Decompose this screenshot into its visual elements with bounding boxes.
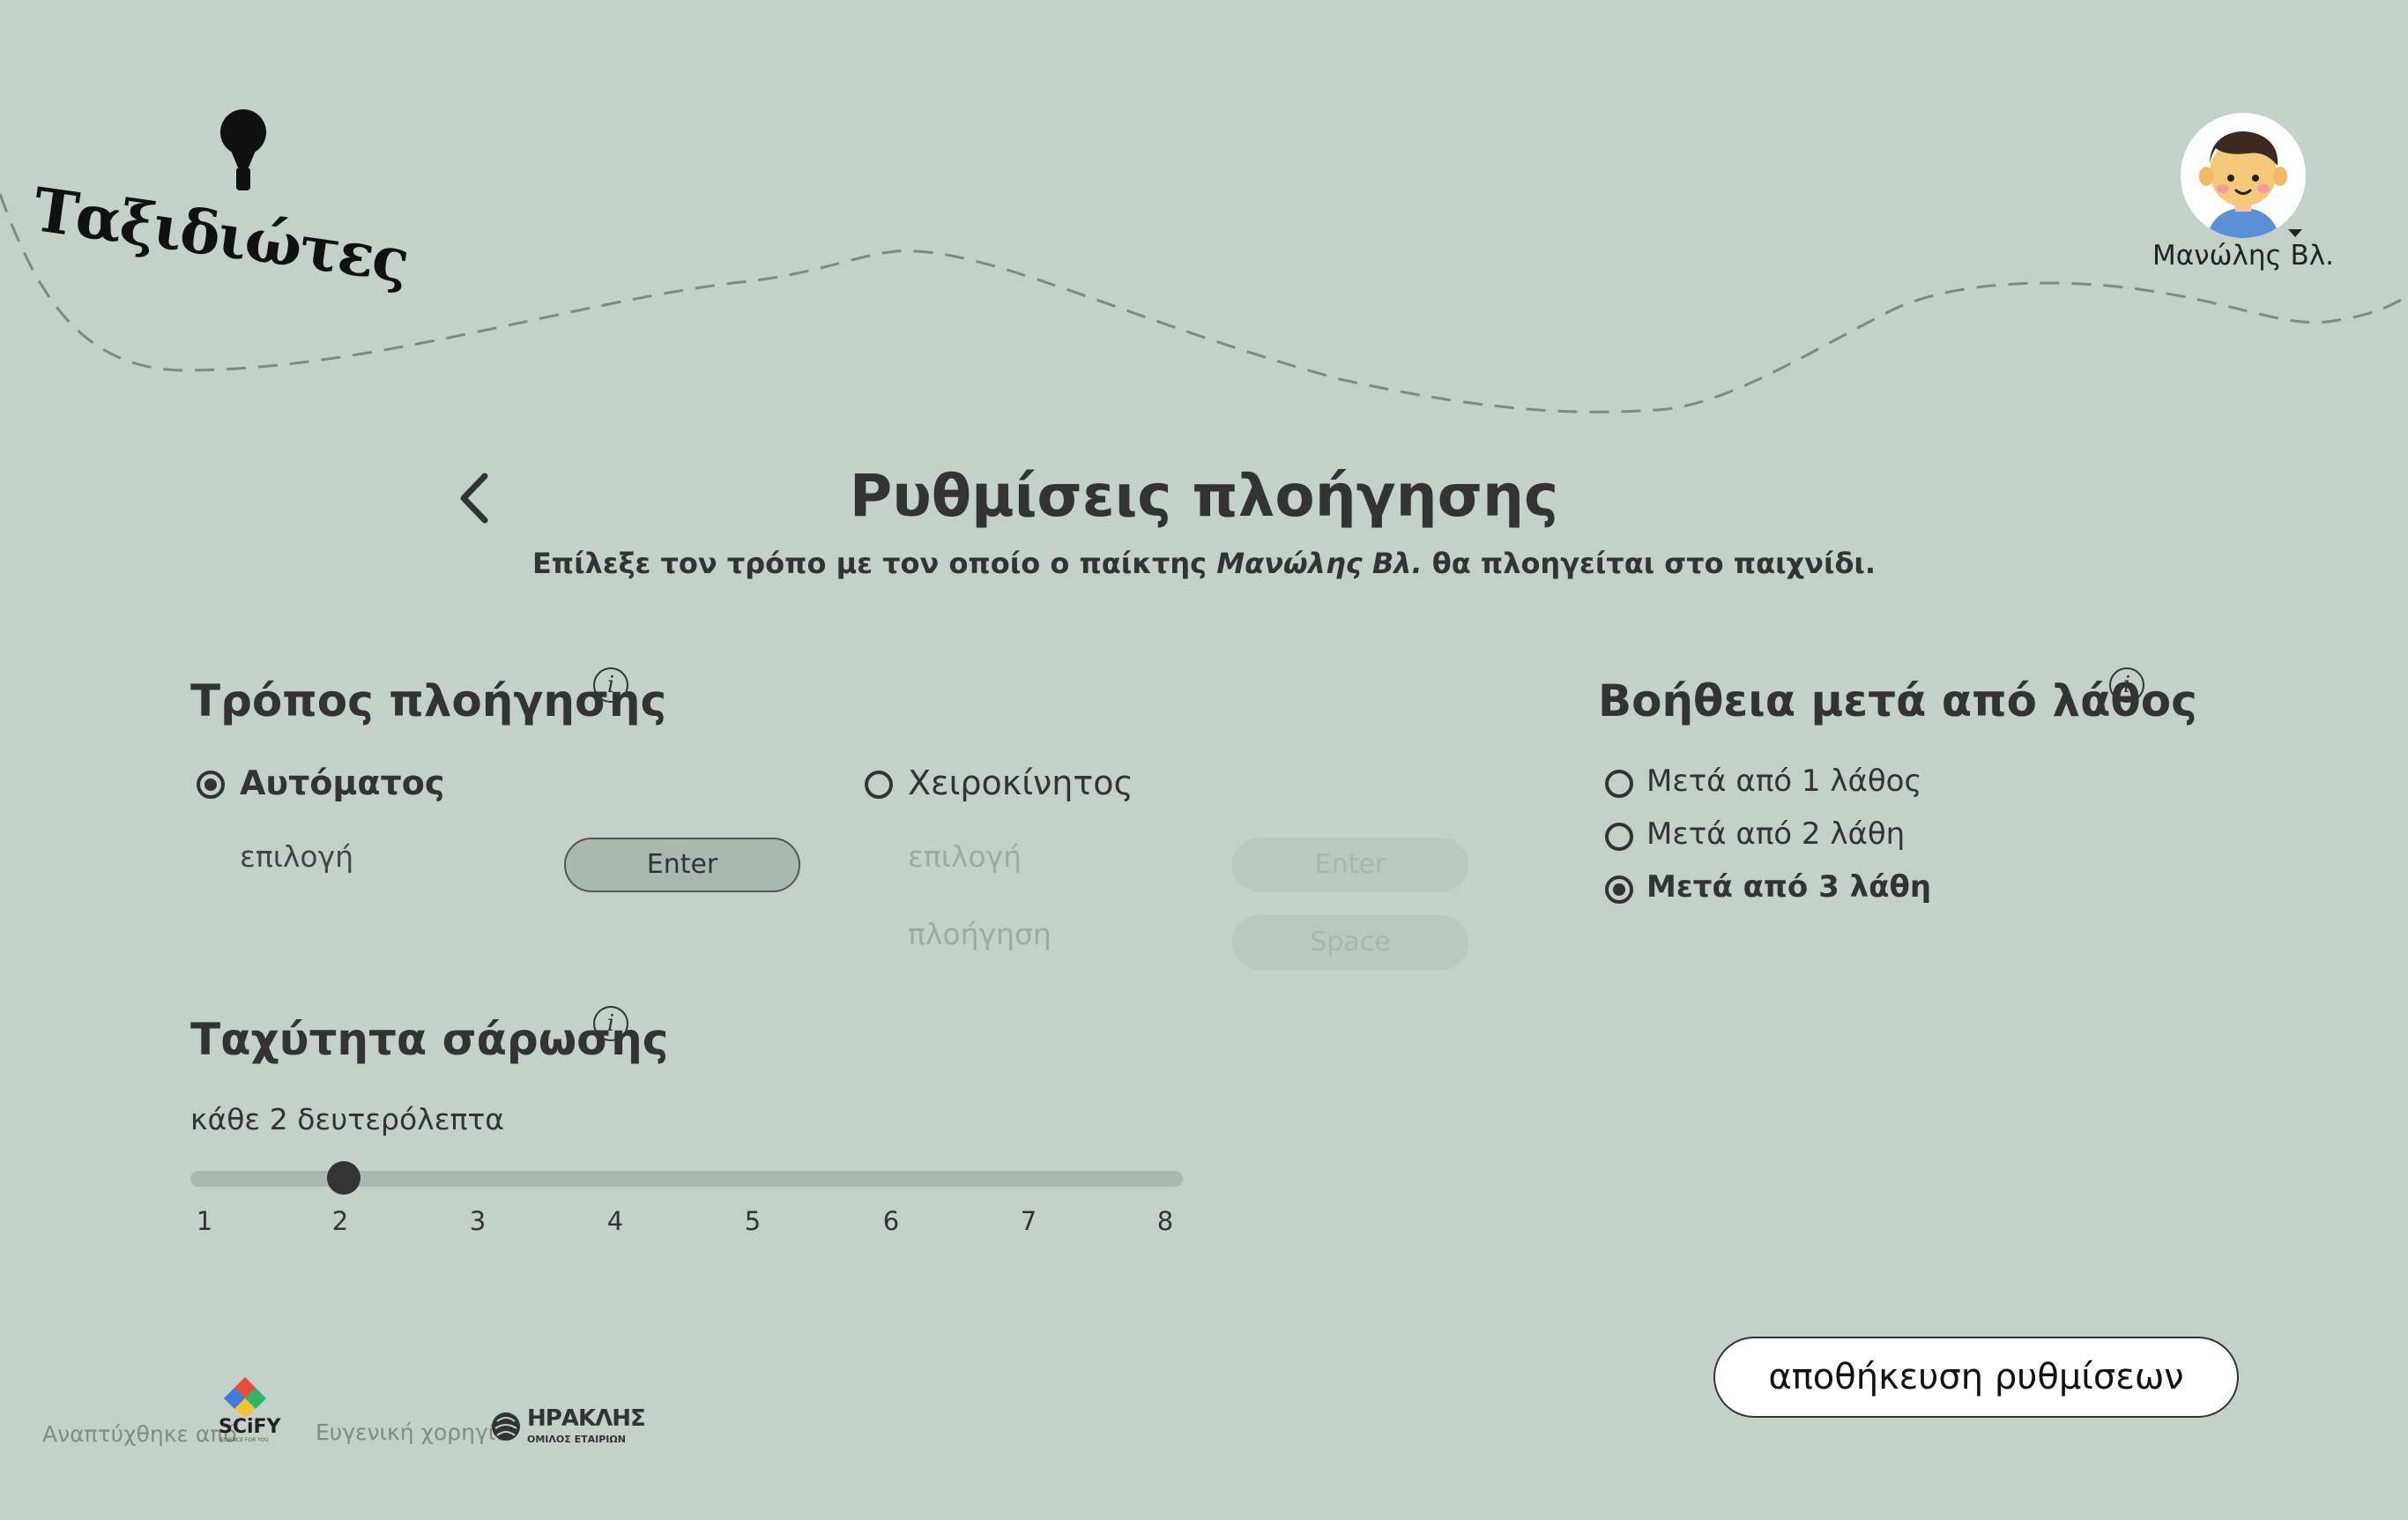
slider-tick: 3 [469,1206,487,1236]
page-title: Ρυθμίσεις πλοήγησης [849,462,1559,530]
page-subtitle: Επίλεξε τον τρόπο με τον οποίο ο παίκτης… [0,547,2408,580]
help-option-label-2[interactable]: Μετά από 2 λάθη [1646,816,1905,852]
scify-logo-mark [224,1377,266,1418]
automatic-select-key-button[interactable]: Enter [564,838,800,892]
subtitle-player-name: Μανώλης Βλ. [1216,547,1423,580]
slider-tick: 6 [882,1206,900,1236]
help-option-radio-3[interactable] [1605,875,1633,904]
info-icon[interactable]: i [2109,667,2144,703]
help-option-radio-2[interactable] [1605,823,1633,851]
slider-tick: 5 [744,1206,762,1236]
app-logo[interactable]: Ταξιδιώτες [29,106,412,297]
scan-speed-value: κάθε 2 δευτερόλεπτα [190,1102,505,1136]
manual-navigate-key-button: Space [1232,915,1468,970]
save-settings-button[interactable]: αποθήκευση ρυθμίσεων [1713,1337,2239,1418]
avatar-icon [2181,113,2306,238]
automatic-radio[interactable] [197,771,225,799]
help-after-error-heading: Βοήθεια μετά από λάθος [1598,675,2197,726]
manual-label[interactable]: Χειροκίνητος [908,764,1133,802]
slider-tick: 8 [1156,1206,1174,1236]
info-icon[interactable]: i [593,667,628,703]
subtitle-text: Επίλεξε τον τρόπο με τον οποίο ο παίκτης [531,547,1217,580]
slider-tick: 4 [606,1206,624,1236]
scify-logo[interactable]: SCiFY SCIENCE FOR YOU [219,1375,281,1446]
hot-air-balloon-icon [220,109,266,190]
info-icon[interactable]: i [593,1006,628,1041]
manual-radio[interactable] [865,771,893,799]
heraklis-logo-text: ΗΡΑΚΛΗΣ [527,1405,646,1432]
manual-navigate-label: πλοήγηση [908,917,1052,951]
user-avatar[interactable] [2181,113,2306,238]
manual-select-key-button: Enter [1232,838,1468,892]
developed-by-text: Αναπτύχθηκε από [42,1421,237,1447]
manual-select-label: επιλογή [908,839,1022,874]
heraklis-tagline: ΟΜΙΛΟΣ ΕΤΑΙΡΙΩΝ [527,1434,626,1445]
slider-tick: 1 [196,1206,213,1236]
slider-tick: 2 [331,1206,349,1236]
user-name[interactable]: Μανώλης Βλ. [2142,240,2345,272]
scify-tagline: SCIENCE FOR YOU [220,1437,269,1443]
heraklis-logo[interactable]: ΗΡΑΚΛΗΣ ΟΜΙΛΟΣ ΕΤΑΙΡΙΩΝ [490,1405,646,1449]
sponsor-text: Ευγενική χορηγία [316,1419,510,1445]
help-option-label-3[interactable]: Μετά από 3 λάθη [1646,869,1931,905]
help-option-radio-1[interactable] [1605,770,1633,798]
scify-logo-text: SCiFY [219,1416,281,1438]
automatic-label[interactable]: Αυτόματος [240,764,444,802]
help-option-label-1[interactable]: Μετά από 1 λάθος [1646,764,1921,799]
scan-speed-slider-thumb[interactable] [327,1161,360,1195]
caret-down-icon[interactable] [2288,229,2302,237]
slider-tick: 7 [1020,1206,1037,1236]
lion-icon [492,1412,520,1441]
automatic-select-label: επιλογή [240,839,354,874]
subtitle-text-end: θα πλοηγείται στο παιχνίδι. [1422,547,1877,580]
